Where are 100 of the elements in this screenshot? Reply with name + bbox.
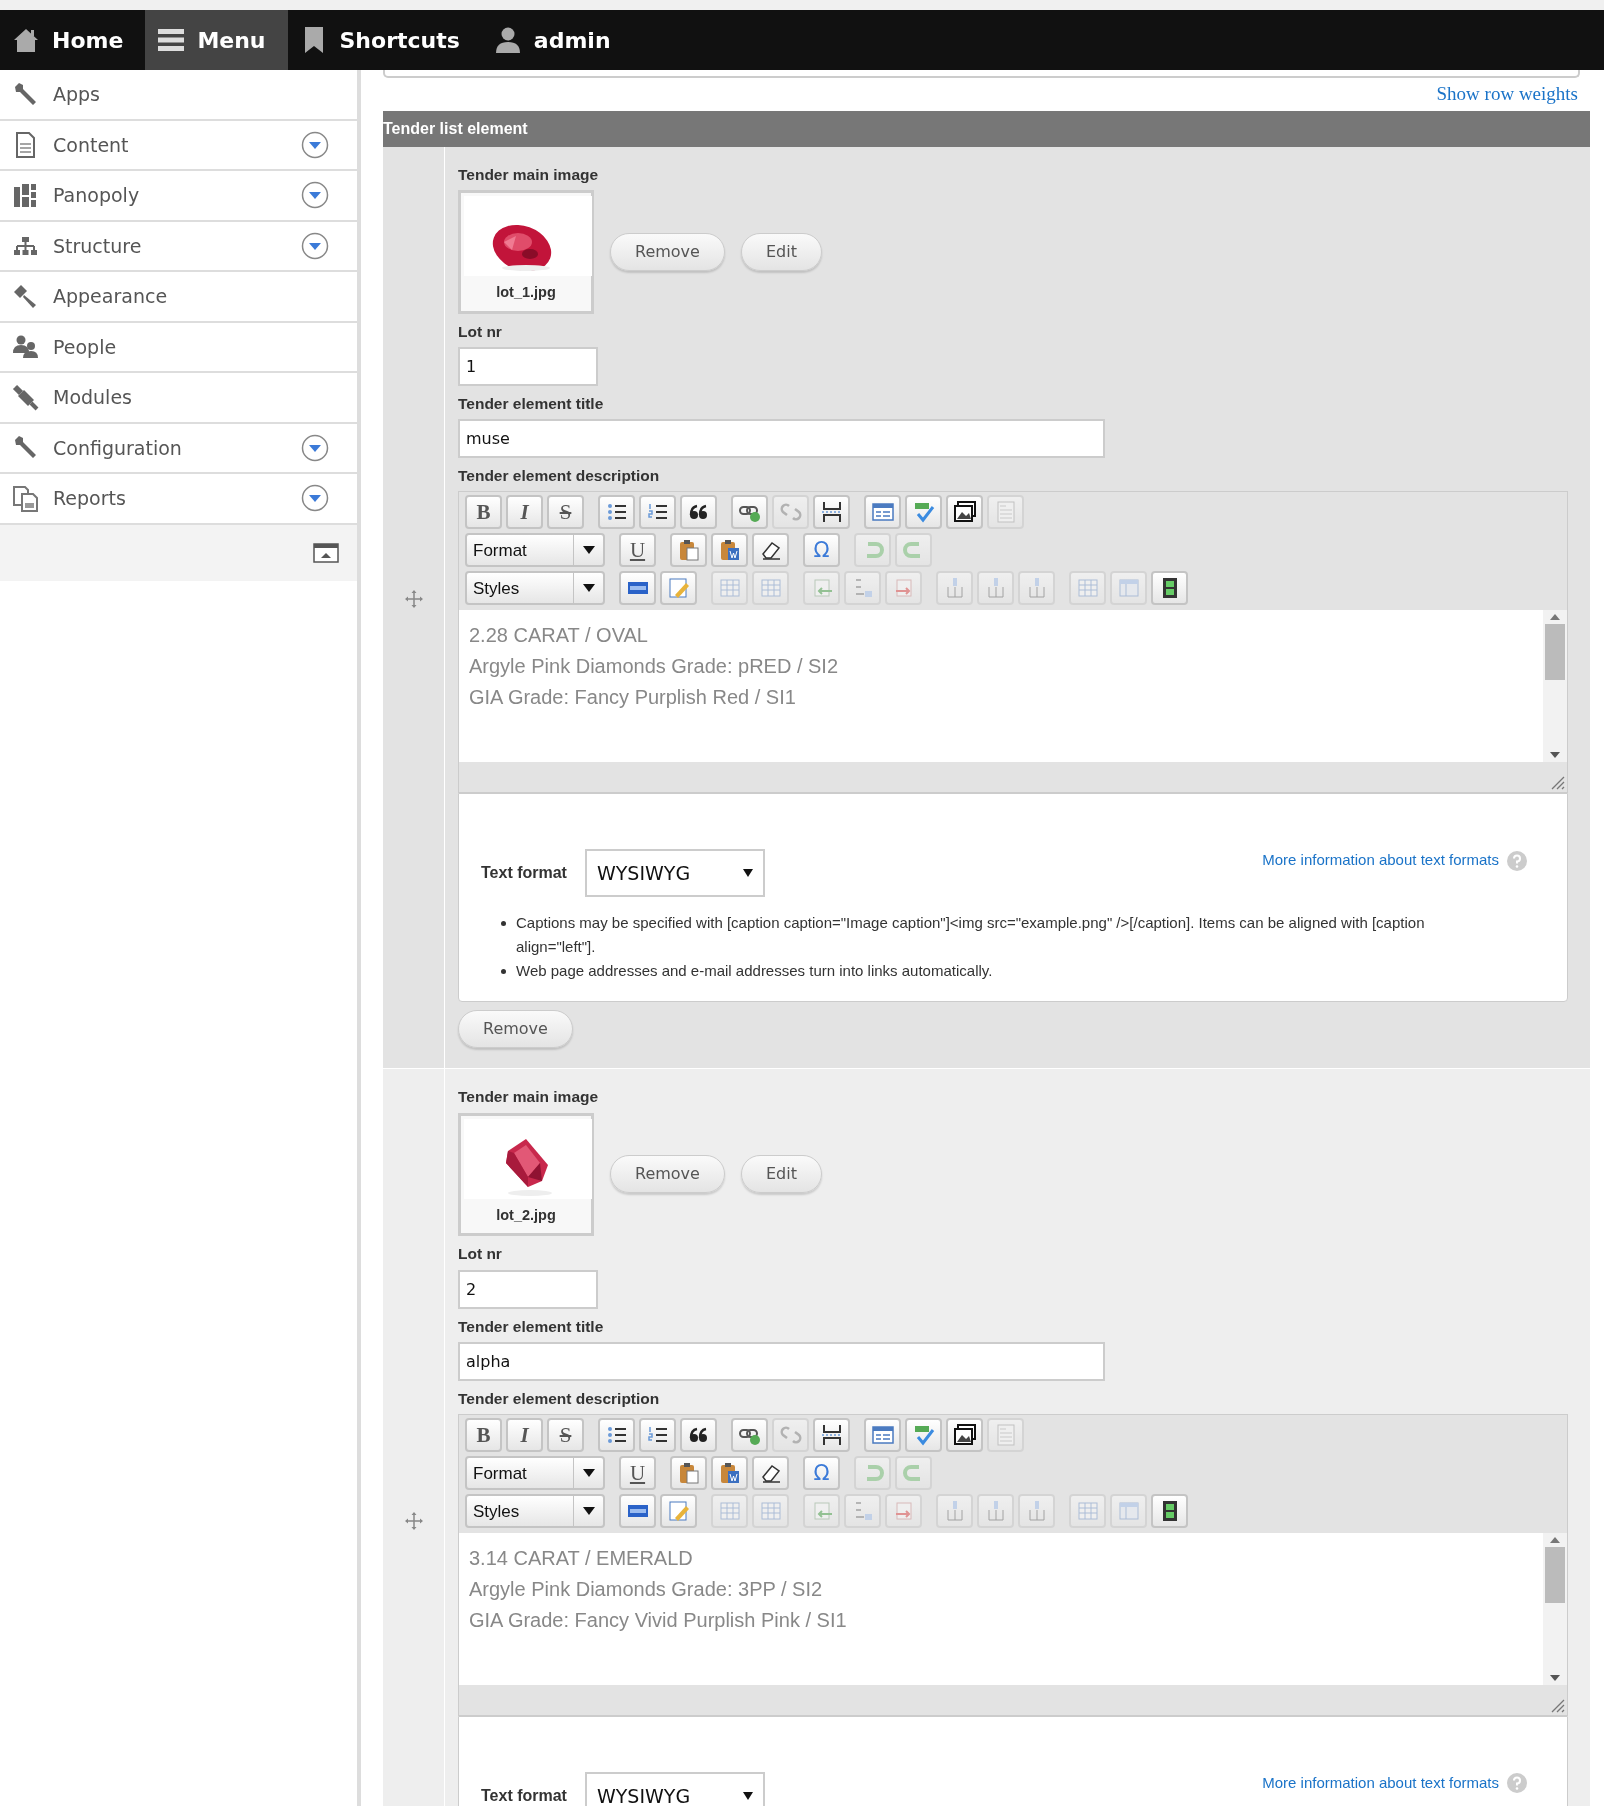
wrench-icon — [12, 80, 39, 108]
sidebar-item[interactable]: Modules — [0, 373, 357, 424]
sidebar-item[interactable]: Content — [0, 120, 357, 171]
expand-icon[interactable] — [301, 181, 329, 210]
toolbar-button[interactable]: B — [465, 1418, 502, 1452]
scroll-up-icon — [1550, 614, 1560, 621]
toolbar-item[interactable]: Home — [0, 10, 146, 70]
template-icon — [871, 501, 894, 524]
toolbar-button[interactable] — [680, 1418, 717, 1452]
toolbar-button[interactable] — [946, 1418, 983, 1452]
dropdown-button[interactable]: Styles — [465, 1494, 605, 1528]
input-field[interactable]: alpha — [458, 1341, 1105, 1381]
page-break-icon — [820, 1424, 843, 1446]
broken-link-icon — [779, 1424, 802, 1446]
help-icon — [1507, 1773, 1527, 1794]
blocks-icon — [12, 181, 39, 209]
collapse-icon[interactable] — [313, 542, 339, 563]
clipboard-icon — [677, 539, 700, 562]
home-icon — [12, 26, 40, 54]
scrollbar[interactable] — [1543, 1533, 1567, 1685]
field-label: Lot nr — [458, 321, 503, 342]
image-button[interactable]: Edit — [740, 1155, 822, 1194]
move-icon[interactable] — [404, 1512, 423, 1531]
edit-icon — [667, 1500, 690, 1522]
people-icon — [12, 333, 39, 361]
brush-icon — [12, 282, 39, 310]
toolbar-button[interactable] — [946, 495, 983, 530]
sidebar-item[interactable]: Appearance — [0, 272, 357, 323]
table-icon — [718, 577, 741, 600]
toolbar-button[interactable] — [1151, 571, 1188, 606]
reports-icon — [12, 484, 39, 512]
bullet-list-icon — [605, 1424, 628, 1446]
toolbar-button[interactable]: U — [619, 533, 656, 568]
scroll-down-icon — [1550, 1675, 1560, 1681]
field-label: Tender main image — [458, 164, 600, 185]
toolbar-button[interactable] — [813, 495, 850, 530]
expand-icon[interactable] — [301, 231, 329, 260]
toolbar-button[interactable] — [598, 495, 635, 530]
table-icon — [1076, 1500, 1099, 1522]
window-icon — [1117, 577, 1140, 600]
remove-button[interactable]: Remove — [458, 1010, 573, 1049]
table-icon — [718, 1500, 741, 1522]
input-field[interactable]: 1 — [458, 346, 598, 386]
page-break-icon — [820, 501, 843, 524]
toolbar-button[interactable] — [639, 1418, 676, 1452]
move-icon[interactable] — [404, 589, 423, 608]
image-button[interactable]: Remove — [610, 1155, 725, 1194]
image-button[interactable]: Edit — [740, 232, 822, 271]
hint-text: Captions may be specified with [caption caption="Image caption"]<img src="example.png" />[/caption]. Items can be aligned with [caption align="left"]. — [516, 913, 1426, 958]
input-field[interactable]: 2 — [458, 1269, 598, 1309]
toolbar-item[interactable]: Menu — [145, 10, 288, 70]
select-field[interactable]: WYSIWYG — [584, 1772, 765, 1806]
toolbar-button[interactable] — [731, 1418, 768, 1452]
toolbar-button[interactable] — [680, 495, 717, 530]
field-label: Text format — [481, 863, 567, 884]
spellcheck-icon — [912, 501, 935, 524]
sidebar-item[interactable]: Apps — [0, 70, 357, 121]
dropdown-button[interactable]: Format — [465, 533, 605, 568]
toolbar-button[interactable]: I — [506, 1418, 543, 1452]
select-field[interactable]: WYSIWYG — [584, 849, 765, 898]
document-icon — [994, 1424, 1017, 1446]
toolbar-button[interactable]: U — [619, 1456, 656, 1490]
toolbar-item[interactable]: Shortcuts — [287, 10, 482, 70]
toolbar-button[interactable]: S — [547, 495, 584, 530]
help-link[interactable]: More information about text formats — [1262, 1772, 1499, 1795]
help-link[interactable]: More information about text formats — [1262, 849, 1499, 872]
toolbar-button[interactable] — [752, 533, 789, 568]
input-field[interactable]: muse — [458, 419, 1105, 458]
caret-icon — [582, 546, 595, 555]
toolbar-item[interactable]: admin — [481, 10, 633, 70]
show-row-weights-link[interactable]: Show row weights — [1436, 83, 1578, 104]
field-label: Tender element description — [458, 1388, 661, 1409]
toolbar-button[interactable] — [752, 1456, 789, 1490]
toolbar-button[interactable]: S — [547, 1418, 584, 1452]
expand-icon[interactable] — [301, 433, 329, 462]
dropdown-button[interactable]: Styles — [465, 571, 605, 606]
toolbar-button[interactable]: Ω — [803, 533, 840, 568]
toolbar-button[interactable] — [598, 1418, 635, 1452]
field-label: Tender element title — [458, 393, 605, 414]
sidebar-item[interactable]: Structure — [0, 221, 357, 272]
toolbar-button[interactable] — [813, 1418, 850, 1452]
expand-icon[interactable] — [301, 484, 329, 513]
caret-icon — [582, 584, 595, 593]
sidebar-item[interactable]: Panopoly — [0, 171, 357, 222]
scrollbar[interactable] — [1543, 610, 1567, 763]
toolbar-button[interactable] — [731, 495, 768, 530]
image-button[interactable]: Remove — [610, 232, 725, 271]
bullet-icon — [501, 969, 506, 975]
sidebar-item[interactable]: Configuration — [0, 423, 357, 474]
toolbar-button[interactable]: I — [506, 495, 543, 530]
scroll-down-icon — [1550, 752, 1560, 759]
toolbar-button[interactable] — [1151, 1494, 1188, 1528]
dropdown-button[interactable]: Format — [465, 1456, 605, 1490]
expand-icon[interactable] — [301, 130, 329, 159]
image-icon — [953, 1424, 976, 1446]
sidebar-item[interactable]: People — [0, 322, 357, 373]
toolbar-button[interactable] — [639, 495, 676, 530]
toolbar-button[interactable]: B — [465, 495, 502, 530]
toolbar-button[interactable]: Ω — [803, 1456, 840, 1490]
clipboard-icon — [677, 1462, 700, 1484]
